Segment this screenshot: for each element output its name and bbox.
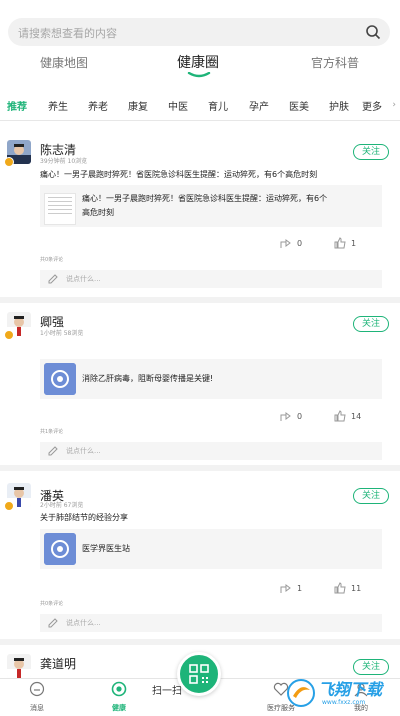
link-icon (44, 533, 76, 565)
post-card: 卿强 1小时前 58浏览 关注 消除乙肝病毒，阻断母婴传播是关键! 0 14 共… (0, 303, 400, 465)
post-card: 陈志清 39分钟前 10浏览 关注 痛心！一男子晨跑时猝死！省医院急诊科医生提醒… (0, 135, 400, 297)
post-text[interactable]: 痛心！一男子晨跑时猝死！省医院急诊科医生提醒：运动猝死，有6个高危时刻 (40, 169, 317, 180)
verified-badge-icon (4, 157, 14, 167)
category-wellness[interactable]: 养生 (48, 98, 68, 113)
like-icon[interactable] (334, 237, 346, 249)
verified-badge-icon (4, 501, 14, 511)
post-meta: 2小时前 67浏览 (40, 502, 84, 509)
comment-count: 共0条评论 (40, 257, 64, 263)
quoted-article-title-cont: 高危时刻 (82, 208, 114, 217)
like-icon[interactable] (334, 582, 346, 594)
edit-icon (48, 618, 58, 628)
chevron-right-icon[interactable]: › (392, 100, 396, 110)
article-thumbnail (44, 193, 76, 225)
like-count: 1 (351, 239, 357, 248)
tab-official-science[interactable]: 官方科普 (311, 54, 359, 71)
qr-code-icon (189, 664, 209, 684)
category-skincare[interactable]: 护肤 (329, 98, 349, 113)
share-icon[interactable] (280, 582, 292, 594)
post-meta: 39分钟前 10浏览 (40, 158, 88, 165)
comment-count: 共0条评论 (40, 601, 64, 607)
message-icon (29, 681, 45, 697)
category-bar: 推荐 养生 养老 康复 中医 育儿 孕产 医美 护肤 更多 › (0, 92, 400, 118)
comment-placeholder: 说点什么... (66, 619, 101, 627)
scan-button[interactable] (177, 652, 221, 696)
share-icon[interactable] (280, 410, 292, 422)
quoted-article[interactable]: 痛心！一男子晨跑时猝死！省医院急诊科医生提醒：运动猝死，有6个 高危时刻 (40, 185, 382, 227)
tab-health-circle[interactable]: 健康圈 (177, 52, 219, 72)
follow-button[interactable]: 关注 (353, 316, 389, 332)
category-rehab[interactable]: 康复 (128, 98, 148, 113)
post-meta: 1小时前 58浏览 (40, 330, 84, 337)
category-elderly-care[interactable]: 养老 (88, 98, 108, 113)
category-tcm[interactable]: 中医 (168, 98, 188, 113)
verified-badge-icon (4, 330, 14, 340)
like-count: 11 (351, 584, 362, 593)
search-bar[interactable]: 请搜索想查看的内容 (8, 18, 390, 46)
quoted-article[interactable]: 医学界医生站 (40, 529, 382, 569)
category-parenting[interactable]: 育儿 (208, 98, 228, 113)
watermark-url: www.fxxz.com (322, 699, 366, 706)
comment-input[interactable]: 说点什么... (40, 270, 382, 288)
divider (0, 120, 400, 121)
category-aesthetics[interactable]: 医美 (289, 98, 309, 113)
comment-placeholder: 说点什么... (66, 447, 101, 455)
watermark: 飞翔下载 www.fxxz.com (286, 672, 396, 714)
tab-health-map[interactable]: 健康地图 (40, 54, 88, 71)
nav-label: 健康 (112, 704, 126, 712)
comment-placeholder: 说点什么... (66, 275, 101, 283)
quoted-article-title: 消除乙肝病毒，阻断母婴传播是关键! (82, 374, 214, 383)
author-name[interactable]: 龚道明 (40, 655, 76, 672)
post-card: 潘英 2小时前 67浏览 关注 关于肺部结节的经验分享 医学界医生站 1 11 … (0, 471, 400, 639)
active-tab-indicator (187, 72, 211, 78)
post-text[interactable]: 关于肺部结节的经验分享 (40, 512, 128, 523)
link-icon (44, 363, 76, 395)
nav-label: 消息 (30, 704, 44, 712)
quoted-article-title: 医学界医生站 (82, 544, 130, 553)
quoted-article[interactable]: 消除乙肝病毒，阻断母婴传播是关键! (40, 359, 382, 399)
follow-button[interactable]: 关注 (353, 488, 389, 504)
watermark-logo-icon (287, 679, 315, 707)
share-count: 1 (297, 584, 303, 593)
search-input[interactable]: 请搜索想查看的内容 (18, 25, 117, 41)
nav-health[interactable]: 健康 (89, 681, 149, 713)
like-count: 14 (351, 412, 362, 421)
nav-messages[interactable]: 消息 (7, 681, 67, 713)
search-icon[interactable] (365, 24, 381, 40)
category-pregnancy[interactable]: 孕产 (249, 98, 269, 113)
health-icon (111, 681, 127, 697)
scan-label: 扫一扫 (152, 686, 182, 697)
share-count: 0 (297, 239, 303, 248)
edit-icon (48, 274, 58, 284)
top-panel: 请搜索想查看的内容 健康地图 健康圈 官方科普 推荐 养生 养老 康复 中医 育… (0, 0, 400, 135)
quoted-article-title: 痛心！一男子晨跑时猝死！省医院急诊科医生提醒：运动猝死，有6个 (82, 194, 328, 203)
share-icon[interactable] (280, 237, 292, 249)
category-more[interactable]: 更多 (362, 98, 382, 113)
comment-input[interactable]: 说点什么... (40, 614, 382, 632)
comment-count: 共1条评论 (40, 429, 64, 435)
avatar[interactable] (7, 654, 31, 678)
like-icon[interactable] (334, 410, 346, 422)
edit-icon (48, 446, 58, 456)
share-count: 0 (297, 412, 303, 421)
follow-button[interactable]: 关注 (353, 144, 389, 160)
comment-input[interactable]: 说点什么... (40, 442, 382, 460)
category-recommend[interactable]: 推荐 (7, 98, 27, 113)
watermark-text: 飞翔下载 (318, 680, 383, 699)
